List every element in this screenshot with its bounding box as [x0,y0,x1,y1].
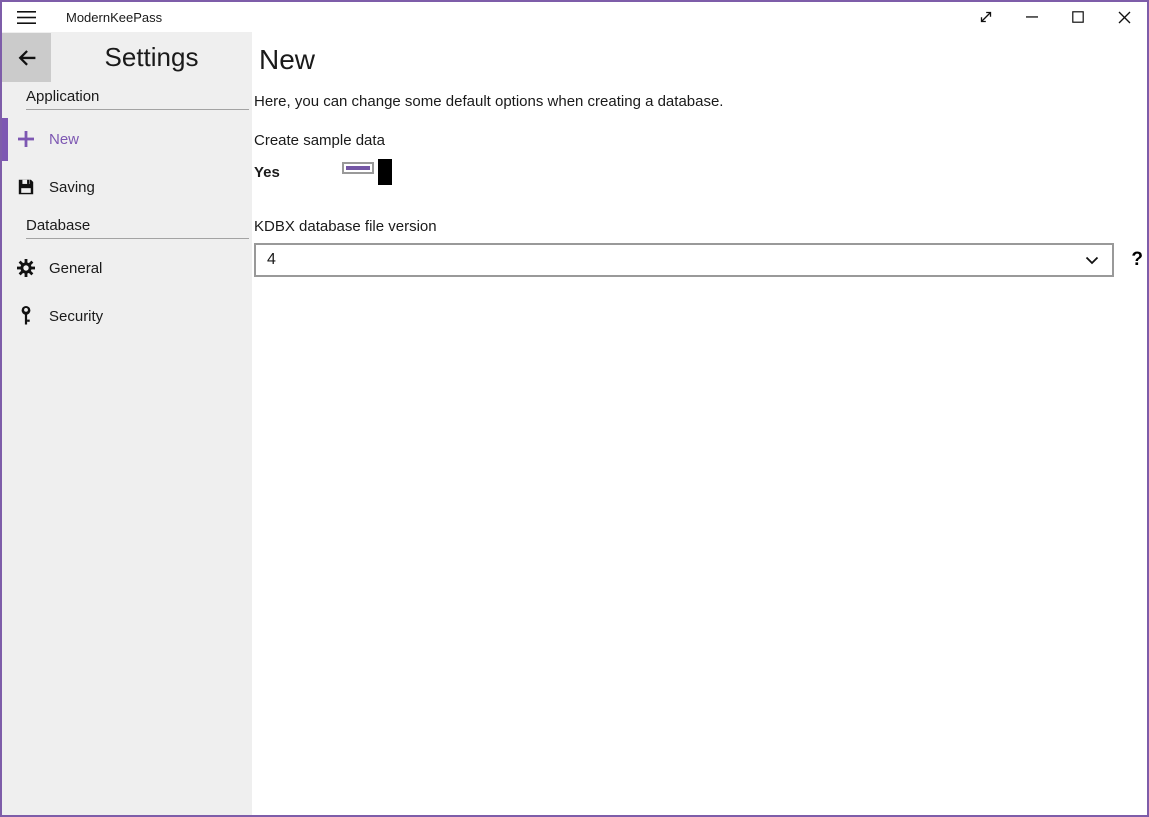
settings-page-title: Settings [51,33,252,82]
sidebar-header: Settings [2,33,252,82]
toggle-fill [346,166,370,170]
minimize-icon [1026,16,1038,18]
fullscreen-button[interactable] [963,2,1009,32]
section-header-application: Application [26,88,249,110]
toggle-thumb[interactable] [378,159,392,185]
toggle-track [342,162,374,174]
sidebar-item-label: New [49,131,79,148]
kdbx-version-help-button[interactable]: ? [1127,249,1147,271]
plus-icon [16,129,36,149]
app-body: Settings Application New [2,32,1147,815]
create-sample-data-row: Yes [254,159,1147,185]
kdbx-version-label: KDBX database file version [254,218,1147,236]
fullscreen-icon [979,10,993,24]
settings-new-panel: New Here, you can change some default op… [252,32,1147,815]
close-button[interactable] [1101,2,1147,32]
minimize-button[interactable] [1009,2,1055,32]
hamburger-icon [17,10,36,25]
chevron-down-icon [1085,256,1099,265]
toggle-state-label: Yes [254,164,342,181]
sidebar-item-general[interactable]: General [2,244,252,292]
app-window: ModernKeePass [0,0,1149,817]
section-header-database: Database [26,217,249,239]
hamburger-menu-button[interactable] [2,2,50,32]
kdbx-version-value: 4 [267,251,1085,269]
close-icon [1118,11,1131,24]
titlebar: ModernKeePass [2,2,1147,32]
page-title: New [259,43,1147,76]
gear-icon [16,258,36,278]
key-icon [16,306,36,326]
maximize-icon [1072,11,1084,23]
create-sample-data-toggle[interactable] [342,159,392,185]
sidebar-item-label: Security [49,308,103,325]
sidebar-item-saving[interactable]: Saving [2,163,252,211]
sidebar-item-new[interactable]: New [2,115,252,163]
back-button[interactable] [2,33,51,82]
sidebar-item-label: General [49,260,102,277]
kdbx-version-row: 4 ? [254,243,1147,277]
window-title: ModernKeePass [66,10,162,25]
create-sample-data-label: Create sample data [254,132,1147,150]
maximize-button[interactable] [1055,2,1101,32]
save-icon [16,177,36,197]
sidebar-item-label: Saving [49,179,95,196]
settings-sidebar: Settings Application New [2,32,252,815]
kdbx-version-select[interactable]: 4 [254,243,1114,277]
page-description: Here, you can change some default option… [254,93,1147,111]
back-arrow-icon [15,46,39,70]
sidebar-item-security[interactable]: Security [2,292,252,340]
window-controls [963,2,1147,32]
